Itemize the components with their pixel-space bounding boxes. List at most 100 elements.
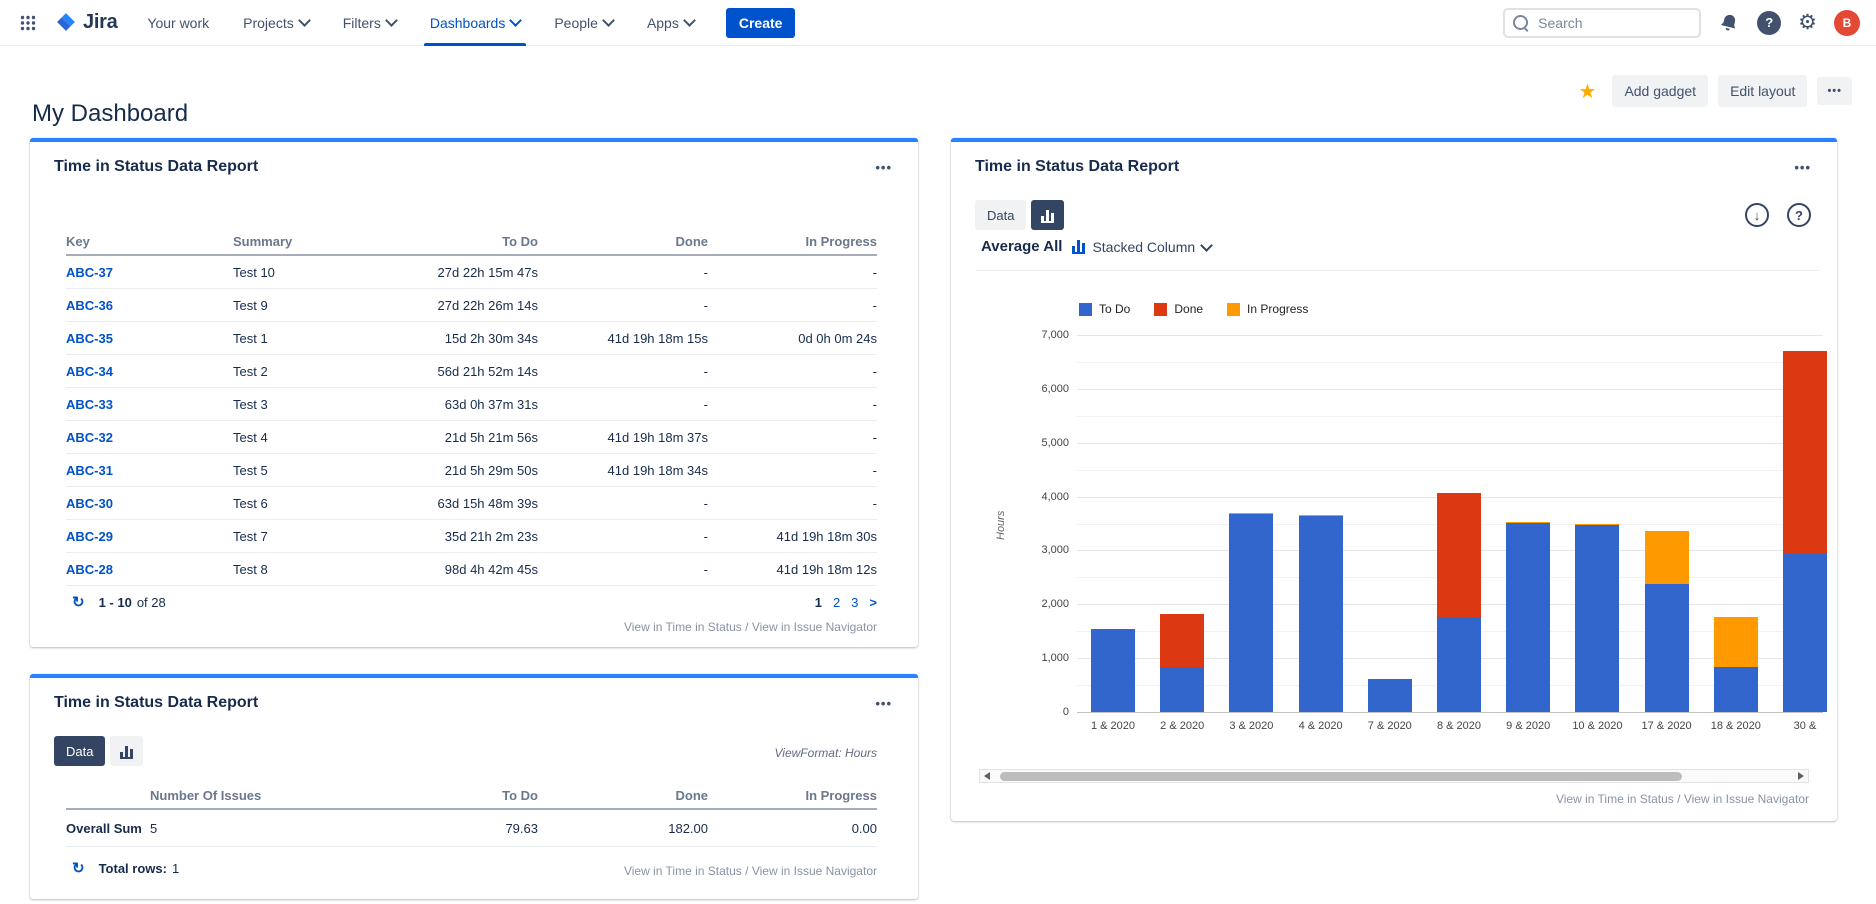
bar-segment-to-do[interactable] <box>1437 617 1481 712</box>
gadget-time-in-status-table: Time in Status Data Report ••• Key Summa… <box>30 138 918 647</box>
view-in-issue-navigator-link[interactable]: View in Issue Navigator <box>1684 792 1809 806</box>
page-link-2[interactable]: 2 <box>833 595 840 610</box>
gridline <box>1077 443 1823 444</box>
view-in-time-in-status-link[interactable]: View in Time in Status <box>1556 792 1674 806</box>
bar-segment-to-do[interactable] <box>1299 516 1343 712</box>
x-tick-label: 9 & 2020 <box>1493 720 1563 732</box>
horizontal-scrollbar[interactable] <box>979 769 1809 783</box>
nav-item-label: Filters <box>343 15 381 31</box>
next-page-icon[interactable]: > <box>869 595 877 610</box>
issue-key-link[interactable]: ABC-33 <box>66 397 113 412</box>
chevron-down-icon <box>602 14 615 27</box>
cell-number-of-issues: 5 <box>150 821 386 836</box>
chart-tab[interactable] <box>1031 200 1064 230</box>
bar-segment-to-do[interactable] <box>1506 523 1550 712</box>
download-chart-icon[interactable]: ↓ <box>1745 203 1769 227</box>
bar-segment-in-progress[interactable] <box>1714 617 1758 667</box>
edit-layout-button[interactable]: Edit layout <box>1718 75 1807 107</box>
column-header-done: Done <box>538 788 708 803</box>
table-row: ABC-30Test 663d 15h 48m 39s-- <box>66 487 877 520</box>
chevron-down-icon <box>1200 239 1213 252</box>
chart-tab[interactable] <box>110 736 143 766</box>
chart-type-dropdown[interactable]: Stacked Column <box>1072 239 1211 255</box>
gadget-more-icon[interactable]: ••• <box>871 692 896 715</box>
bar-segment-to-do[interactable] <box>1091 629 1135 712</box>
view-in-time-in-status-link[interactable]: View in Time in Status <box>624 620 742 634</box>
settings-gear-icon[interactable]: ⚙ <box>1798 12 1817 33</box>
issue-key-link[interactable]: ABC-34 <box>66 364 113 379</box>
nav-item-apps[interactable]: Apps <box>647 0 694 46</box>
notifications-bell-icon[interactable] <box>1718 12 1740 34</box>
create-button[interactable]: Create <box>726 8 796 38</box>
link-separator: / <box>1674 792 1684 806</box>
bar-segment-in-progress[interactable] <box>1299 515 1343 516</box>
issue-key-link[interactable]: ABC-36 <box>66 298 113 313</box>
jira-logo[interactable]: Jira <box>54 11 117 34</box>
issue-key-link[interactable]: ABC-29 <box>66 529 113 544</box>
cell-todo: 63d 0h 37m 31s <box>418 397 538 412</box>
cell-summary: Test 1 <box>233 331 418 346</box>
view-in-issue-navigator-link[interactable]: View in Issue Navigator <box>752 864 877 878</box>
nav-item-people[interactable]: People <box>554 0 613 46</box>
page-link-3[interactable]: 3 <box>851 595 858 610</box>
bar-segment-to-do[interactable] <box>1229 514 1273 712</box>
table-row: ABC-37Test 1027d 22h 15m 47s-- <box>66 256 877 289</box>
nav-item-your-work[interactable]: Your work <box>147 0 209 46</box>
cell-inprogress: - <box>708 430 877 445</box>
bar-segment-to-do[interactable] <box>1575 525 1619 712</box>
page-link-1[interactable]: 1 <box>815 595 822 610</box>
chevron-down-icon <box>683 14 696 27</box>
bar-segment-done[interactable] <box>1160 614 1204 667</box>
issue-key-link[interactable]: ABC-30 <box>66 496 113 511</box>
issue-key-link[interactable]: ABC-35 <box>66 331 113 346</box>
help-icon[interactable]: ? <box>1757 11 1781 35</box>
bar-segment-in-progress[interactable] <box>1506 522 1550 523</box>
refresh-icon[interactable]: ↻ <box>66 860 91 877</box>
column-header-done: Done <box>538 234 708 249</box>
gadget-more-icon[interactable]: ••• <box>1790 156 1815 179</box>
total-rows-value: 1 <box>172 861 179 876</box>
view-in-issue-navigator-link[interactable]: View in Issue Navigator <box>752 620 877 634</box>
scrollbar-thumb[interactable] <box>1000 772 1682 781</box>
bar-segment-to-do[interactable] <box>1714 667 1758 712</box>
issue-key-link[interactable]: ABC-28 <box>66 562 113 577</box>
user-avatar[interactable]: B <box>1834 10 1860 36</box>
issue-key-link[interactable]: ABC-31 <box>66 463 113 478</box>
bar-segment-in-progress[interactable] <box>1645 531 1689 584</box>
nav-item-projects[interactable]: Projects <box>243 0 309 46</box>
view-in-time-in-status-link[interactable]: View in Time in Status <box>624 864 742 878</box>
data-tab[interactable]: Data <box>975 200 1026 230</box>
search-input[interactable] <box>1536 14 1691 32</box>
bar-segment-in-progress[interactable] <box>1229 513 1273 514</box>
bar-segment-to-do[interactable] <box>1645 584 1689 712</box>
bar-segment-in-progress[interactable] <box>1575 524 1619 525</box>
gadget-more-icon[interactable]: ••• <box>871 156 896 179</box>
bar-segment-to-do[interactable] <box>1160 667 1204 712</box>
favorite-star-icon[interactable]: ★ <box>1573 77 1603 106</box>
cell-summary: Test 2 <box>233 364 418 379</box>
cell-summary: Test 4 <box>233 430 418 445</box>
app-switcher-icon[interactable] <box>16 11 40 35</box>
row-label: Overall Sum <box>66 821 150 836</box>
chart-help-icon[interactable]: ? <box>1787 203 1811 227</box>
scroll-left-arrow-icon[interactable] <box>980 770 994 782</box>
dashboard-more-icon[interactable]: ••• <box>1817 77 1852 105</box>
data-tab[interactable]: Data <box>54 736 105 766</box>
refresh-icon[interactable]: ↻ <box>66 594 91 611</box>
cell-summary: Test 10 <box>233 265 418 280</box>
link-separator: / <box>742 620 752 634</box>
bar-segment-to-do[interactable] <box>1368 679 1412 712</box>
gadget-footer-links: View in Time in Status / View in Issue N… <box>624 864 877 878</box>
minor-gridline <box>1077 416 1823 417</box>
issue-key-link[interactable]: ABC-37 <box>66 265 113 280</box>
column-header-inprogress: In Progress <box>708 234 877 249</box>
bar-segment-done[interactable] <box>1437 493 1481 617</box>
nav-item-dashboards[interactable]: Dashboards <box>430 0 521 46</box>
add-gadget-button[interactable]: Add gadget <box>1612 75 1708 107</box>
issue-key-link[interactable]: ABC-32 <box>66 430 113 445</box>
bar-segment-to-do[interactable] <box>1783 554 1827 712</box>
nav-item-filters[interactable]: Filters <box>343 0 396 46</box>
bar-segment-done[interactable] <box>1783 351 1827 554</box>
scroll-right-arrow-icon[interactable] <box>1794 770 1808 782</box>
column-header-inprogress: In Progress <box>708 788 877 803</box>
